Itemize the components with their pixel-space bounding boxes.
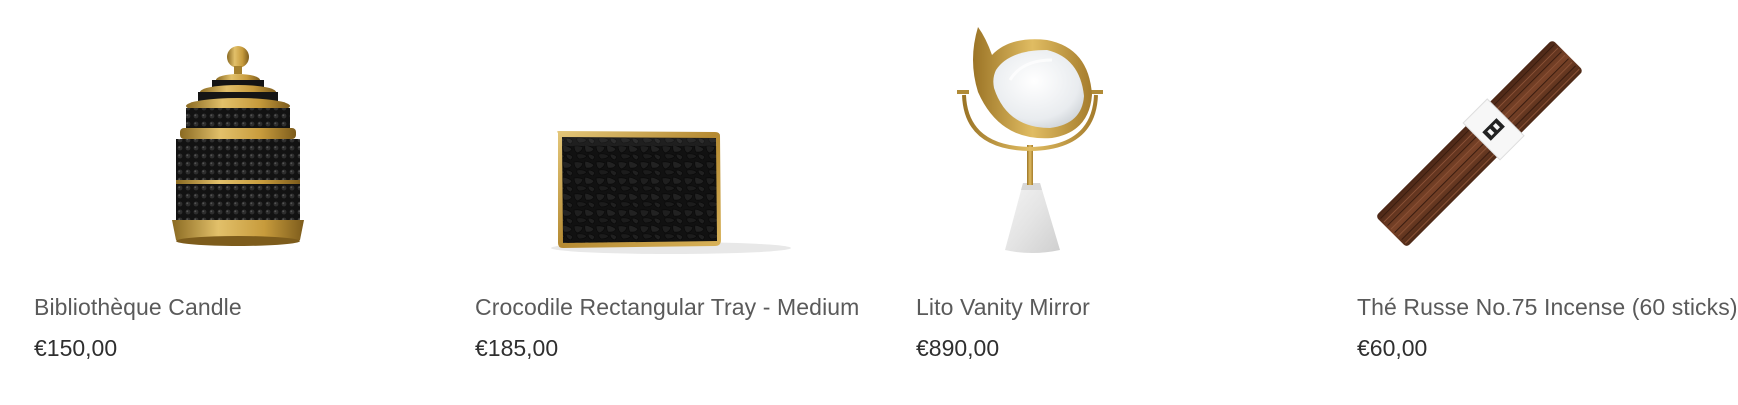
product-image[interactable] bbox=[1323, 0, 1723, 270]
product-image[interactable] bbox=[441, 0, 841, 270]
product-name[interactable]: Crocodile Rectangular Tray - Medium bbox=[475, 294, 859, 321]
product-name[interactable]: Lito Vanity Mirror bbox=[916, 294, 1090, 321]
vanity-mirror-icon bbox=[957, 27, 1103, 253]
product-price: €150,00 bbox=[34, 335, 118, 361]
product-name[interactable]: Thé Russe No.75 Incense (60 sticks) bbox=[1357, 294, 1738, 321]
product-card[interactable]: Bibliothèque Candle €150,00 bbox=[0, 0, 400, 405]
product-image[interactable] bbox=[0, 0, 400, 270]
candle-jar-icon bbox=[172, 46, 304, 246]
product-price: €185,00 bbox=[475, 335, 559, 361]
tray-icon bbox=[551, 131, 791, 254]
product-image[interactable] bbox=[882, 0, 1282, 270]
product-card[interactable]: Crocodile Rectangular Tray - Medium €185… bbox=[441, 0, 859, 405]
product-name[interactable]: Bibliothèque Candle bbox=[34, 294, 242, 321]
incense-sticks-icon bbox=[1377, 41, 1582, 246]
product-price: €60,00 bbox=[1357, 335, 1428, 361]
product-grid: Bibliothèque Candle €150,00 Crocodile Re… bbox=[0, 0, 1738, 405]
product-card[interactable]: Thé Russe No.75 Incense (60 sticks) €60,… bbox=[1323, 0, 1738, 405]
product-card[interactable]: Lito Vanity Mirror €890,00 bbox=[882, 0, 1282, 405]
product-price: €890,00 bbox=[916, 335, 1000, 361]
